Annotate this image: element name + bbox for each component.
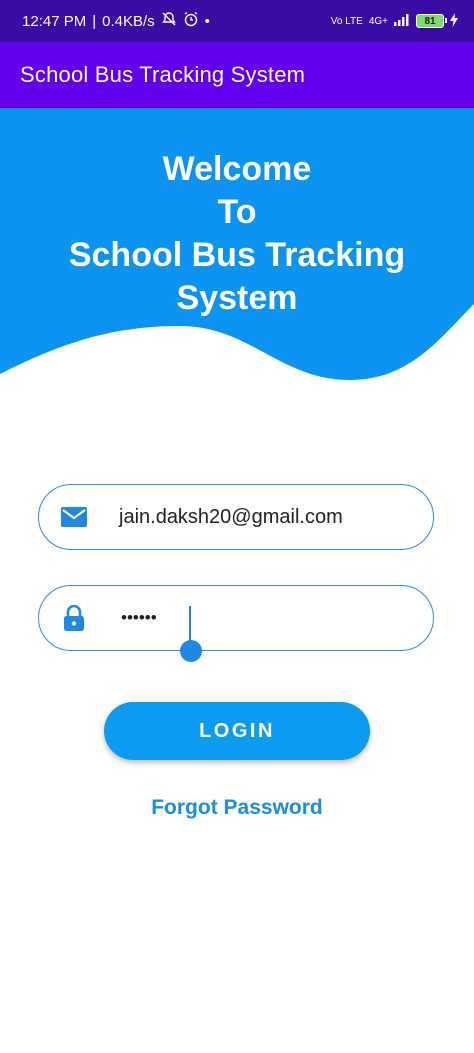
password-input-value[interactable]: •••••• — [121, 608, 157, 628]
password-field[interactable]: •••••• — [38, 585, 434, 662]
forgot-password-link[interactable]: Forgot Password — [0, 796, 474, 820]
mute-notification-icon — [161, 11, 177, 31]
status-bar: 12:47 PM | 0.4KB/s • Vo LTE 4G+ 81 — [0, 0, 474, 42]
network-type-label: 4G+ — [368, 15, 388, 27]
email-field[interactable]: jain.daksh20@gmail.com — [38, 484, 434, 550]
status-right: Vo LTE 4G+ 81 — [330, 12, 458, 30]
alarm-icon — [183, 11, 199, 31]
notification-dot-icon: • — [204, 12, 210, 30]
app-title: School Bus Tracking System — [20, 62, 306, 87]
email-icon — [61, 504, 87, 530]
welcome-title: Welcome To School Bus Tracking System — [68, 150, 406, 317]
email-input-value[interactable]: jain.daksh20@gmail.com — [119, 506, 343, 529]
cursor-handle[interactable] — [180, 640, 202, 662]
status-left: 12:47 PM | 0.4KB/s • — [22, 11, 210, 31]
status-separator: | — [92, 12, 97, 30]
volte-label: Vo LTE — [330, 15, 363, 27]
status-time: 12:47 PM — [22, 12, 87, 30]
lock-icon — [61, 605, 87, 631]
welcome-banner: Welcome To School Bus Tracking System — [0, 108, 474, 388]
login-button[interactable]: LOGIN — [104, 702, 370, 760]
app-bar: School Bus Tracking System — [0, 42, 474, 108]
battery-indicator: 81 — [416, 14, 447, 28]
charging-icon — [450, 12, 458, 30]
signal-icon — [394, 13, 410, 29]
status-network-speed: 0.4KB/s — [102, 12, 155, 30]
